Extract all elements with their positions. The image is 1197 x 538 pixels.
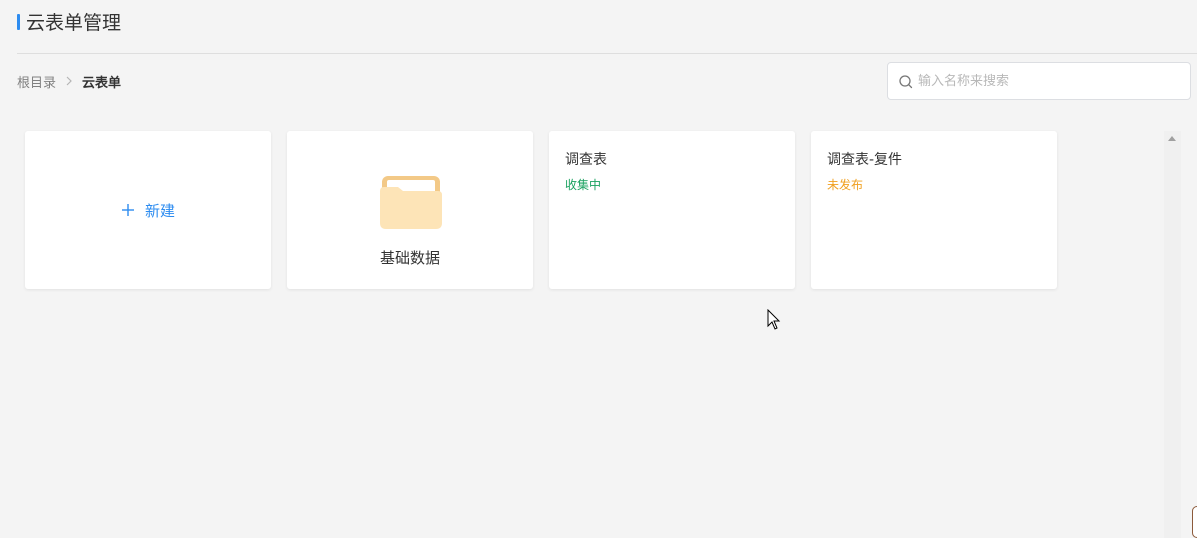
new-form-label: 新建 xyxy=(144,201,175,220)
breadcrumb-current: 云表单 xyxy=(82,75,122,91)
chevron-right-icon xyxy=(56,71,82,91)
vertical-scrollbar[interactable] xyxy=(1164,131,1181,538)
mouse-pointer-icon xyxy=(767,308,781,331)
form-card-survey-copy[interactable]: 调查表-复件 未发布 xyxy=(811,131,1057,289)
scroll-up-arrow-icon[interactable] xyxy=(1168,136,1176,141)
new-form-card[interactable]: 新建 xyxy=(25,131,271,289)
form-name: 调查表 xyxy=(565,152,607,168)
folder-card[interactable]: 基础数据 xyxy=(287,131,533,289)
form-status-badge: 收集中 xyxy=(565,178,602,192)
folder-label: 基础数据 xyxy=(379,249,440,267)
title-accent-bar xyxy=(17,14,20,30)
breadcrumb: 根目录 云表单 xyxy=(17,71,121,91)
folder-icon xyxy=(379,175,443,231)
window-edge-fragment xyxy=(1192,506,1197,538)
breadcrumb-root-link[interactable]: 根目录 xyxy=(17,72,56,91)
form-status-badge: 未发布 xyxy=(827,178,864,192)
form-name: 调查表-复件 xyxy=(827,152,903,168)
search-input[interactable] xyxy=(918,63,1182,99)
new-form-button[interactable]: 新建 xyxy=(121,200,175,221)
search-box[interactable] xyxy=(887,62,1191,100)
search-icon xyxy=(898,74,914,90)
form-card-survey[interactable]: 调查表 收集中 xyxy=(549,131,795,289)
page-header: 云表单管理 xyxy=(0,0,1197,54)
header-divider xyxy=(17,53,1197,54)
page-title: 云表单管理 xyxy=(26,12,122,34)
plus-icon xyxy=(121,203,135,217)
